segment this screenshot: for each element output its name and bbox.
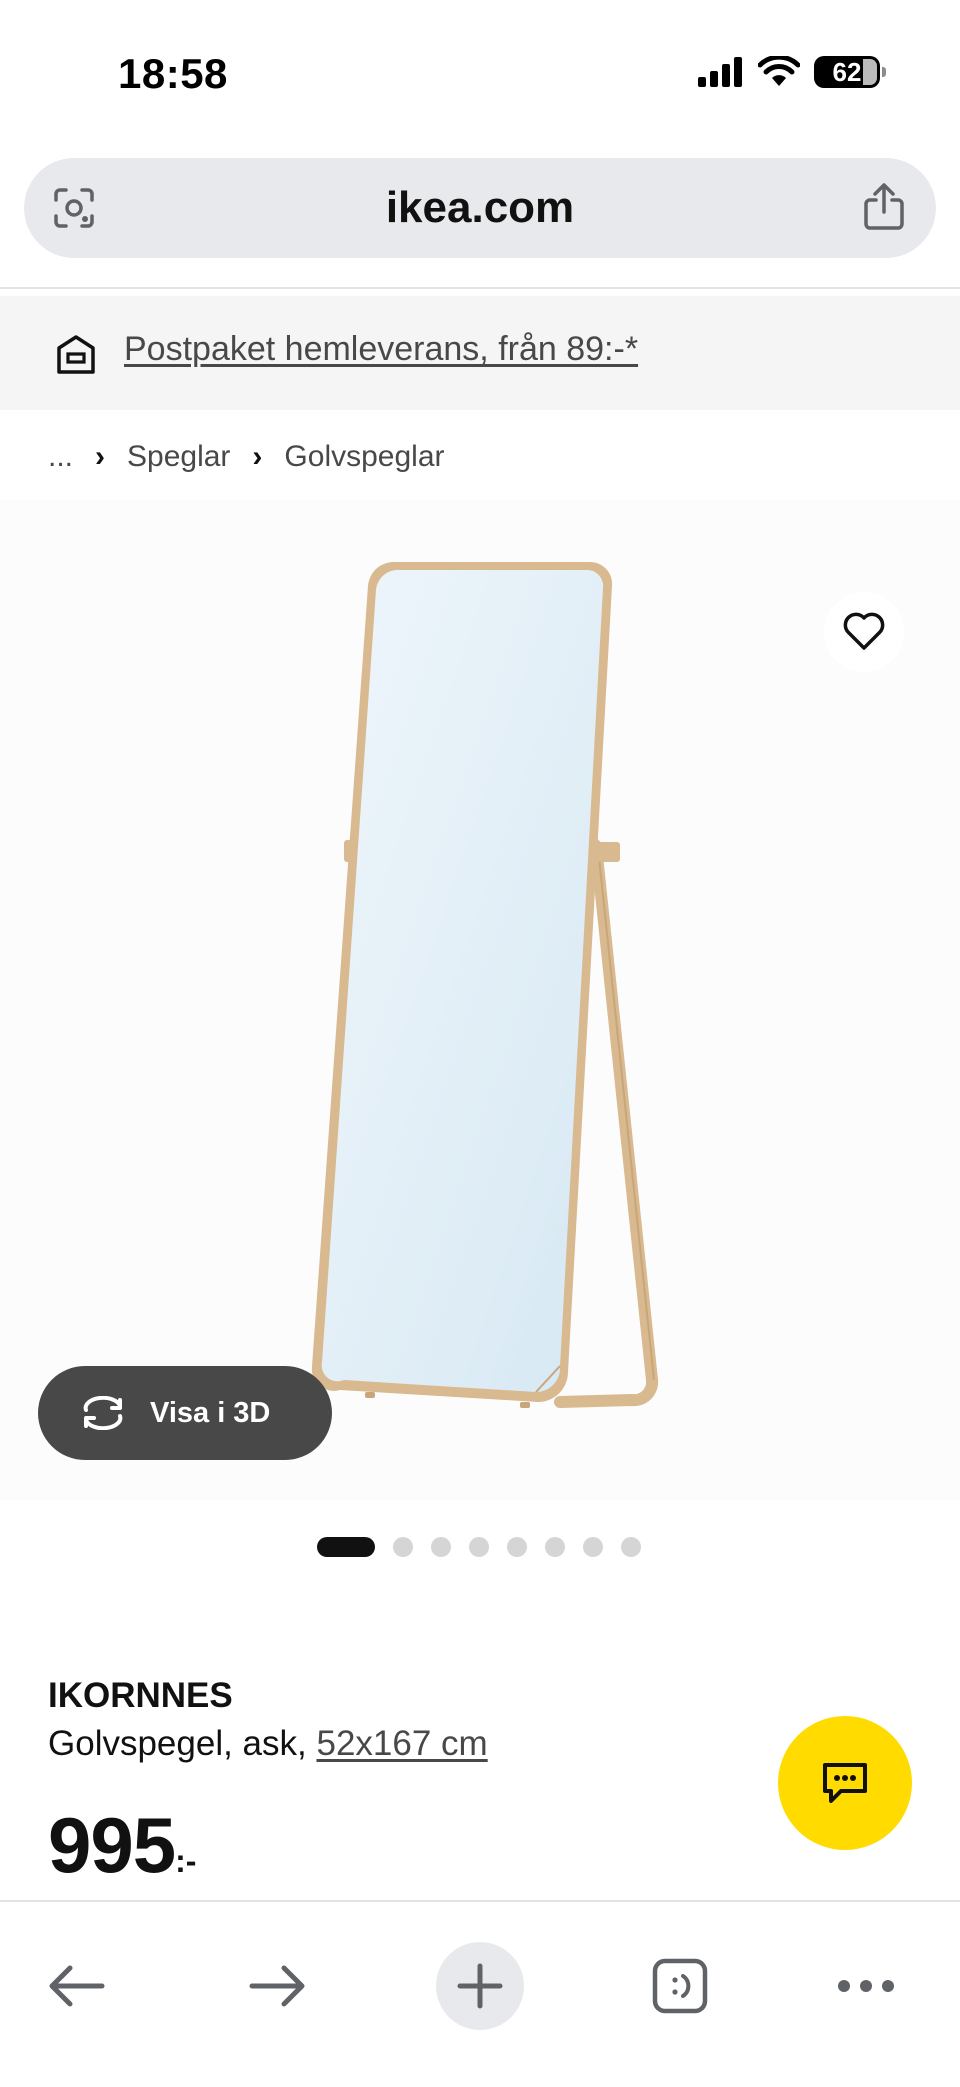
chevron-right-icon: › — [252, 440, 263, 473]
tabs-icon — [652, 1958, 708, 2014]
breadcrumb-item-speglar[interactable]: Speglar — [127, 440, 230, 474]
product-description: Golvspegel, ask, 52x167 cm — [48, 1724, 488, 1764]
breadcrumb-item-golvspeglar[interactable]: Golvspeglar — [284, 440, 444, 474]
more-button[interactable] — [822, 1942, 910, 2030]
battery-indicator: 62 — [814, 56, 886, 88]
status-bar: 18:58 62 — [0, 0, 960, 150]
favorite-button[interactable] — [824, 592, 904, 672]
product-type: Golvspegel, ask, — [48, 1724, 307, 1763]
carousel-dot-active[interactable] — [317, 1537, 375, 1557]
rotate-3d-icon — [83, 1396, 123, 1430]
battery-percent: 62 — [832, 56, 862, 87]
price-value: 995 — [48, 1801, 176, 1889]
address-bar[interactable]: ikea.com — [24, 158, 936, 258]
carousel-dot[interactable] — [583, 1537, 603, 1557]
chevron-right-icon: › — [95, 440, 106, 473]
forward-arrow-icon — [249, 1965, 305, 2007]
product-image[interactable] — [0, 500, 960, 1500]
status-icons: 62 — [698, 56, 886, 88]
new-tab-button[interactable] — [436, 1942, 524, 2030]
carousel-dot[interactable] — [469, 1537, 489, 1557]
breadcrumb: ... › Speglar › Golvspeglar — [48, 440, 445, 474]
product-price: 995:- — [48, 1800, 196, 1891]
breadcrumb-ellipsis[interactable]: ... — [48, 440, 73, 474]
url-text[interactable]: ikea.com — [386, 183, 574, 233]
status-time: 18:58 — [118, 50, 228, 97]
browser-toolbar — [0, 1900, 960, 2087]
carousel-dot[interactable] — [393, 1537, 413, 1557]
product-size-link[interactable]: 52x167 cm — [316, 1724, 487, 1763]
heart-icon — [843, 612, 885, 650]
view-in-3d-button[interactable]: Visa i 3D — [38, 1366, 332, 1460]
carousel-dot[interactable] — [431, 1537, 451, 1557]
mirror-illustration — [311, 561, 659, 1408]
carousel-dot[interactable] — [621, 1537, 641, 1557]
more-icon — [838, 1980, 894, 1992]
carousel-dot[interactable] — [507, 1537, 527, 1557]
back-arrow-icon — [49, 1965, 105, 2007]
product-name: IKORNNES — [48, 1676, 233, 1715]
carousel-dot[interactable] — [545, 1537, 565, 1557]
forward-button[interactable] — [234, 1942, 322, 2030]
lens-icon[interactable] — [52, 186, 96, 230]
wifi-icon — [758, 56, 800, 86]
signal-icon — [698, 57, 742, 87]
delivery-box-icon — [57, 335, 95, 374]
price-suffix: :- — [175, 1843, 197, 1879]
delivery-link[interactable]: Postpaket hemleverans, från 89:-* — [124, 330, 638, 369]
chat-icon — [823, 1763, 867, 1803]
header-divider — [0, 287, 960, 289]
delivery-banner: Postpaket hemleverans, från 89:-* — [0, 296, 960, 410]
carousel-indicator — [317, 1537, 641, 1557]
view-in-3d-label: Visa i 3D — [150, 1396, 271, 1429]
share-icon[interactable] — [860, 182, 908, 232]
plus-icon — [457, 1963, 503, 2009]
tabs-button[interactable] — [636, 1942, 724, 2030]
back-button[interactable] — [32, 1942, 120, 2030]
chat-button[interactable] — [778, 1716, 912, 1850]
